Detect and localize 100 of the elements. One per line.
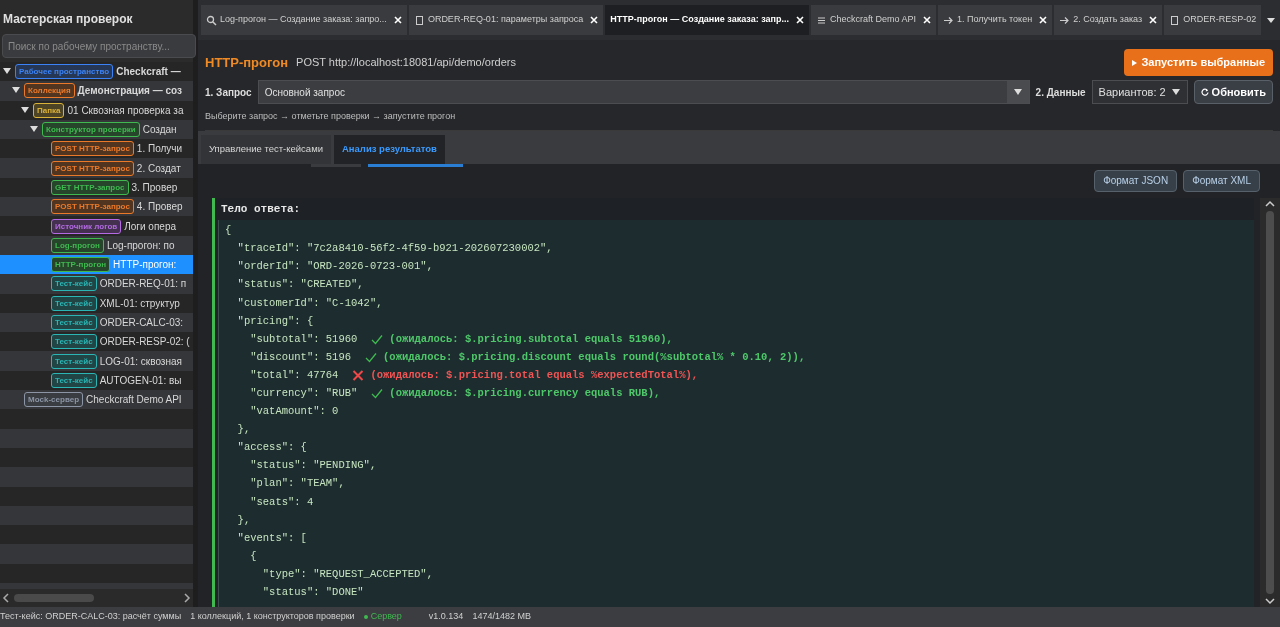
search-field[interactable]: Поиск по рабочему пространству... (2, 34, 196, 58)
type-tag: Папка (33, 102, 65, 118)
view-tab[interactable]: Анализ результатов (333, 134, 445, 164)
tree-item-label: HTTP-прогон: (113, 258, 177, 273)
request-label: 1. Запрос (205, 85, 252, 100)
document-icon (413, 14, 425, 26)
format-button[interactable]: Формат JSON (1094, 169, 1178, 192)
type-tag: Тест-кейс (51, 334, 97, 350)
tree-item[interactable]: POST HTTP-запрос 2. Создат (0, 158, 193, 178)
scrollbar-thumb[interactable] (14, 594, 94, 602)
sidebar-title: Мастерская проверок (2, 11, 134, 28)
tree-item[interactable]: POST HTTP-запрос 4. Провер (0, 197, 193, 217)
status-selection: Тест-кейс: ORDER-CALC-03: расчёт суммы (0, 610, 182, 624)
list-icon (815, 14, 827, 26)
close-icon[interactable] (393, 16, 402, 24)
close-icon[interactable] (1149, 16, 1158, 24)
editor-tab[interactable]: Log-прогон — Создание заказа: запро... (201, 5, 407, 35)
assertion-text: (ожидалось: $.pricing.subtotal equals 51960), (389, 331, 673, 347)
format-button[interactable]: Формат XML (1183, 169, 1260, 192)
editor-tab[interactable]: Checkcraft Demo API (810, 5, 936, 35)
editor-tab[interactable]: 2. Создать заказ (1054, 5, 1163, 35)
tree-item[interactable]: Тест-кейс XML-01: структур (0, 293, 193, 313)
data-select[interactable]: Вариантов: 2 (1091, 80, 1188, 104)
code-line: "vatAmount": 0 (249, 404, 339, 420)
status-counts: 1 коллекций, 1 конструкторов проверки (190, 610, 355, 624)
type-tag: HTTP-прогон (51, 257, 111, 273)
tree-item-label: 1. Получи (136, 142, 183, 157)
scroll-up-icon[interactable] (1265, 199, 1275, 208)
view-tab[interactable]: Управление тест-кейсами (201, 134, 331, 164)
tree-item[interactable]: Коллекция Демонстрация — соз (0, 81, 193, 101)
code-line: "pricing": { (236, 313, 314, 329)
tree-item[interactable]: Тест-кейс AUTOGEN-01: вы (0, 370, 193, 391)
refresh-button[interactable]: Обновить (1193, 80, 1273, 104)
tree-item[interactable]: Log-прогон Log-прогон: по (0, 235, 193, 255)
expanded-icon[interactable] (12, 87, 20, 95)
close-icon[interactable] (795, 16, 804, 24)
code-line: "plan": "TEAM", (249, 476, 345, 492)
refresh-icon (1200, 88, 1209, 96)
tree-item-label: AUTOGEN-01: вы (99, 373, 182, 388)
code-line: }, (236, 512, 251, 528)
expanded-icon[interactable] (21, 106, 29, 114)
type-tag: POST HTTP-запрос (51, 160, 134, 176)
editor-tab[interactable]: 1. Получить токен (938, 5, 1053, 35)
type-tag: Источник логов (51, 218, 122, 234)
editor-tab[interactable]: ORDER-RESP-02 (1164, 5, 1262, 35)
caret-icon (1170, 88, 1181, 96)
code-line: "status": "CREATED", (236, 277, 364, 293)
tree-item[interactable]: Конструктор проверки Создан (0, 119, 193, 140)
tree-item[interactable]: HTTP-прогон HTTP-прогон: (0, 254, 193, 275)
expanded-icon[interactable] (3, 68, 11, 76)
editor-tab[interactable]: HTTP-прогон — Создание заказа: запр... (605, 5, 809, 35)
tree-item-label: ORDER-REQ-01: п (99, 277, 187, 292)
tree-item[interactable]: POST HTTP-запрос 1. Получи (0, 139, 193, 159)
version-text: v1.0.134 (428, 610, 464, 624)
scroll-left-icon[interactable] (2, 593, 10, 603)
tree-item[interactable]: Тест-кейс ORDER-REQ-01: п (0, 274, 193, 294)
type-tag: POST HTTP-запрос (51, 141, 134, 157)
tree-item[interactable]: Тест-кейс LOG-01: сквозная (0, 351, 193, 371)
type-tag: Тест-кейс (51, 295, 97, 311)
code-line: }, (236, 422, 251, 438)
tree-item[interactable]: Mock-сервер Checkcraft Demo API (0, 390, 193, 410)
type-tag: Конструктор проверки (42, 122, 140, 138)
request-select[interactable]: Основной запрос (257, 80, 1030, 104)
code-line: "seats": 4 (249, 494, 314, 510)
tree-item-label: Логи опера (124, 219, 176, 234)
tree-item-label: 4. Провер (136, 200, 183, 215)
type-tag: POST HTTP-запрос (51, 199, 134, 215)
caret-icon (1012, 88, 1023, 96)
assertion-text: (ожидалось: $.pricing.discount equals round(%subtotal% * 0.10, 2)), (383, 349, 806, 365)
hint-text: Выберите запрос → отметьте проверки → запустите прогон (205, 110, 1273, 131)
type-tag: Mock-сервер (24, 392, 84, 408)
tree-item[interactable]: Источник логов Логи опера (0, 216, 193, 236)
type-tag: GET HTTP-запрос (51, 179, 129, 195)
code-line: "orderId": "ORD-2026-0723-001", (236, 259, 433, 275)
editor-tab[interactable]: ORDER-REQ-01: параметры запроса (408, 5, 604, 35)
tree-item-label: XML-01: структур (99, 296, 180, 311)
code-line: "customerId": "C-1042", (236, 295, 383, 311)
tree-item-label: Checkcraft Demo API (86, 393, 182, 408)
close-icon[interactable] (1039, 16, 1048, 24)
tree-item-label: 3. Провер (131, 180, 178, 195)
code-line: "traceId": "7c2a8410-56f2-4f59-b921-202607230002", (236, 241, 553, 257)
code-line: "discount": 5196 (249, 349, 352, 365)
tree-item[interactable]: Тест-кейс ORDER-RESP-02: ( (0, 332, 193, 352)
scroll-down-icon[interactable] (1265, 597, 1275, 605)
data-label: 2. Данные (1035, 85, 1086, 100)
tree-item-label: Демонстрация — соз (77, 84, 182, 99)
scroll-right-icon[interactable] (183, 593, 191, 603)
expanded-icon[interactable] (30, 126, 38, 134)
type-tag: Рабочее пространство (15, 64, 114, 80)
response-heading: Тело ответа: (215, 197, 1254, 220)
close-icon[interactable] (590, 16, 599, 24)
tree-item[interactable]: Тест-кейс ORDER-CALC-03: (0, 312, 193, 333)
close-icon[interactable] (923, 16, 931, 24)
tree-item[interactable]: GET HTTP-запрос 3. Провер (0, 177, 193, 198)
play-icon (1132, 59, 1138, 66)
assertion-text: (ожидалось: $.pricing.currency equals RUB), (389, 386, 661, 401)
tree-item[interactable]: Рабочее пространство Checkcraft — (0, 62, 193, 82)
tree-item[interactable]: Папка 01 Сквозная проверка за (0, 100, 193, 120)
scrollbar-thumb[interactable] (1266, 210, 1274, 594)
search-icon (206, 14, 217, 26)
